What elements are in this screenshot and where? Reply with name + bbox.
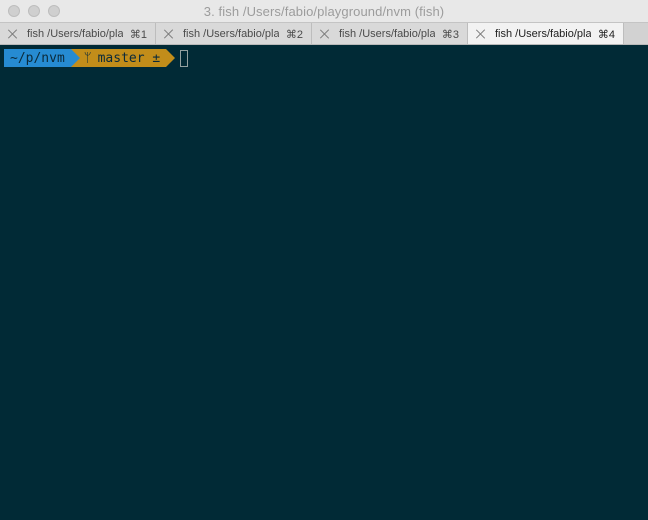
- tab-shortcut: ⌘2: [285, 29, 303, 41]
- close-icon[interactable]: [164, 29, 174, 39]
- tab-4-active[interactable]: fish /Users/fabio/playground/nvm ⌘4: [468, 23, 624, 44]
- tab-shortcut: ⌘3: [441, 29, 459, 41]
- terminal-output[interactable]: ~/p/nvm ᛘ master ±: [0, 45, 648, 520]
- title-bar[interactable]: 3. fish /Users/fabio/playground/nvm (fis…: [0, 0, 648, 22]
- close-icon[interactable]: [476, 29, 486, 39]
- text-cursor: [180, 49, 189, 67]
- tab-1[interactable]: fish /Users/fabio/playground/nvm ⌘1: [0, 23, 156, 44]
- tab-shortcut: ⌘1: [129, 29, 147, 41]
- shell-prompt: ~/p/nvm ᛘ master ±: [4, 49, 189, 67]
- window-controls: [8, 5, 60, 17]
- prompt-git-segment: ᛘ master ±: [79, 49, 167, 67]
- tab-2[interactable]: fish /Users/fabio/playground/nvm ⌘2: [156, 23, 312, 44]
- tab-3[interactable]: fish /Users/fabio/playground/nvm ⌘3: [312, 23, 468, 44]
- prompt-branch: master ±: [97, 50, 161, 66]
- git-branch-icon: ᛘ: [83, 50, 92, 66]
- tab-bar: fish /Users/fabio/playground/nvm ⌘1 fish…: [0, 22, 648, 45]
- powerline-separator-icon: [70, 49, 80, 67]
- tab-title: fish /Users/fabio/playground/nvm: [339, 27, 435, 40]
- terminal-window: 3. fish /Users/fabio/playground/nvm (fis…: [0, 0, 648, 520]
- prompt-cwd: ~/p/nvm: [10, 50, 65, 66]
- tab-shortcut: ⌘4: [597, 29, 615, 41]
- close-icon[interactable]: [8, 29, 18, 39]
- zoom-window-button[interactable]: [48, 5, 60, 17]
- tab-title: fish /Users/fabio/playground/nvm: [183, 27, 279, 40]
- tab-title: fish /Users/fabio/playground/nvm: [27, 27, 123, 40]
- window-title: 3. fish /Users/fabio/playground/nvm (fis…: [203, 3, 445, 19]
- prompt-cwd-segment: ~/p/nvm: [4, 49, 71, 67]
- close-window-button[interactable]: [8, 5, 20, 17]
- close-icon[interactable]: [320, 29, 330, 39]
- minimize-window-button[interactable]: [28, 5, 40, 17]
- tab-bar-empty-space[interactable]: [624, 23, 648, 44]
- tab-title: fish /Users/fabio/playground/nvm: [495, 27, 591, 40]
- powerline-separator-icon: [166, 49, 176, 67]
